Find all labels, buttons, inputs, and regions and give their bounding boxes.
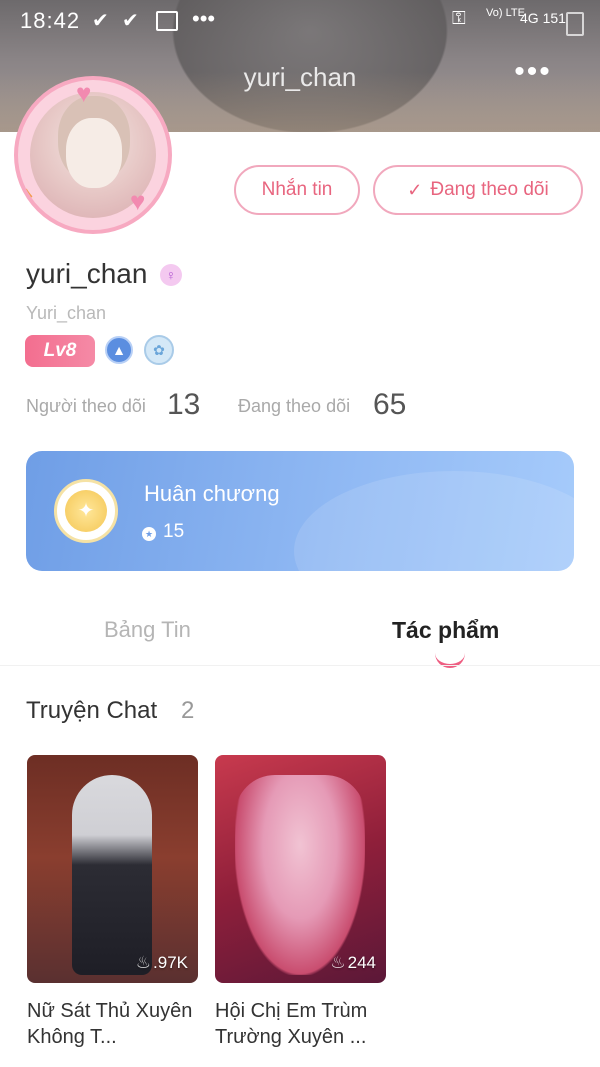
story-cover-image bbox=[72, 775, 152, 975]
gender-icon: ♀ bbox=[160, 264, 182, 286]
level-badge[interactable]: Lv8 bbox=[25, 335, 95, 367]
achievement-badge-icon[interactable]: ✿ bbox=[144, 335, 174, 365]
status-time: 18:42 bbox=[20, 8, 81, 33]
story-card[interactable]: ♨ 244 bbox=[215, 755, 386, 983]
flame-icon: ♨ bbox=[135, 953, 152, 972]
achievement-badge-icon[interactable]: ▲ bbox=[105, 336, 133, 364]
heart-icon: ♥ bbox=[76, 78, 92, 108]
followers-count[interactable]: 13 bbox=[167, 388, 200, 422]
story-views: .97K bbox=[153, 953, 188, 972]
followers-label[interactable]: Người theo dõi bbox=[26, 396, 146, 417]
medal-count: 15 bbox=[163, 521, 185, 542]
tab-works[interactable]: Tác phẩm bbox=[392, 617, 499, 644]
flame-icon: ♨ bbox=[330, 953, 346, 972]
check-icon: ✔ bbox=[92, 10, 109, 32]
story-cover-image bbox=[235, 775, 365, 975]
check-icon: ✓ bbox=[407, 179, 423, 200]
section-count: 2 bbox=[181, 697, 195, 724]
check-icon: ✔ bbox=[122, 10, 139, 32]
avatar[interactable]: ♥ ♥ ♦ bbox=[14, 76, 172, 234]
section-title: Truyện Chat bbox=[26, 697, 158, 724]
battery-icon bbox=[566, 12, 584, 36]
status-bar: 18:42 ✔ ✔ ••• ⚿ Vo) LTE 4G 151 bbox=[0, 0, 600, 42]
following-button[interactable]: ✓ Đang theo dõi bbox=[373, 165, 583, 215]
tab-news-feed[interactable]: Bảng Tin bbox=[104, 617, 191, 643]
signal-indicator: 4G 151 bbox=[520, 10, 566, 26]
message-button[interactable]: Nhắn tin bbox=[234, 165, 360, 215]
story-title[interactable]: Nữ Sát Thủ Xuyên Không T... bbox=[27, 998, 207, 1050]
heart-icon: ♥ bbox=[130, 186, 146, 216]
story-title[interactable]: Hội Chị Em Trùm Trường Xuyên ... bbox=[215, 998, 395, 1050]
carrot-icon: ♦ bbox=[20, 180, 34, 210]
more-options-button[interactable]: ••• bbox=[512, 57, 554, 92]
image-icon bbox=[156, 11, 178, 31]
divider bbox=[0, 665, 600, 666]
more-notifications-icon: ••• bbox=[192, 6, 216, 31]
profile-handle: Yuri_chan bbox=[26, 303, 107, 323]
key-icon: ⚿ bbox=[452, 8, 466, 28]
following-count[interactable]: 65 bbox=[373, 388, 406, 422]
profile-name: yuri_chan bbox=[26, 258, 148, 289]
medal-icon: ✦ bbox=[54, 479, 118, 543]
story-card[interactable]: ♨ .97K bbox=[27, 755, 198, 983]
following-label[interactable]: Đang theo dõi bbox=[238, 396, 350, 417]
story-views: 244 bbox=[347, 953, 376, 972]
medal-card[interactable]: ✦ Huân chương ★ 15 bbox=[26, 451, 574, 571]
medal-title: Huân chương bbox=[144, 481, 280, 506]
star-icon: ★ bbox=[142, 527, 156, 541]
